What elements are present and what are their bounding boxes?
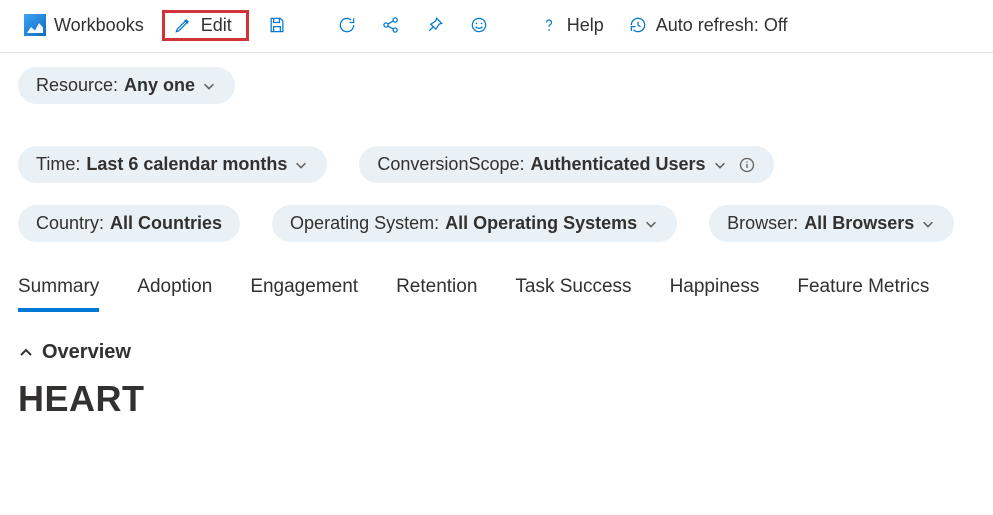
filter-value: Authenticated Users	[531, 154, 706, 175]
filter-row-2: Time: Last 6 calendar months ConversionS…	[18, 146, 975, 242]
filter-label: Browser:	[727, 213, 798, 234]
filter-conversionscope[interactable]: ConversionScope: Authenticated Users	[359, 146, 773, 183]
smile-icon	[469, 15, 489, 35]
filter-value: All Browsers	[804, 213, 914, 234]
chevron-down-icon	[920, 216, 936, 232]
refresh-icon	[337, 15, 357, 35]
filter-label: Time:	[36, 154, 80, 175]
workbooks-label: Workbooks	[54, 15, 144, 36]
tab-task-success[interactable]: Task Success	[515, 276, 631, 312]
content-section: Overview HEART	[0, 313, 993, 430]
filter-os[interactable]: Operating System: All Operating Systems	[272, 205, 677, 242]
autorefresh-button[interactable]: Auto refresh: Off	[622, 11, 794, 40]
overview-label: Overview	[42, 341, 131, 364]
pencil-icon	[173, 15, 193, 35]
filter-label: Country:	[36, 213, 104, 234]
save-icon	[267, 15, 287, 35]
tab-happiness[interactable]: Happiness	[670, 276, 760, 312]
help-label: Help	[567, 15, 604, 36]
tab-adoption[interactable]: Adoption	[137, 276, 212, 312]
share-button[interactable]	[375, 11, 407, 39]
filter-browser[interactable]: Browser: All Browsers	[709, 205, 954, 242]
history-icon	[628, 15, 648, 35]
chevron-down-icon	[201, 78, 217, 94]
chevron-up-icon	[18, 345, 34, 361]
filter-label: Operating System:	[290, 213, 439, 234]
feedback-button[interactable]	[463, 11, 495, 39]
info-icon[interactable]	[738, 156, 756, 174]
chevron-down-icon	[712, 157, 728, 173]
help-icon	[539, 15, 559, 35]
filter-label: ConversionScope:	[377, 154, 524, 175]
save-button[interactable]	[261, 11, 293, 39]
chevron-down-icon	[293, 157, 309, 173]
autorefresh-label: Auto refresh: Off	[656, 15, 788, 36]
tab-summary[interactable]: Summary	[18, 276, 99, 312]
pin-icon	[425, 15, 445, 35]
filter-resource[interactable]: Resource: Any one	[18, 67, 235, 104]
edit-button[interactable]: Edit	[162, 10, 249, 41]
filter-value: Any one	[124, 75, 195, 96]
chevron-down-icon	[643, 216, 659, 232]
tab-feature-metrics[interactable]: Feature Metrics	[797, 276, 929, 312]
tabs: Summary Adoption Engagement Retention Ta…	[0, 252, 993, 313]
workbooks-button[interactable]: Workbooks	[18, 10, 150, 40]
filter-row-1: Resource: Any one	[18, 67, 975, 104]
edit-label: Edit	[201, 15, 232, 36]
filter-label: Resource:	[36, 75, 118, 96]
tab-retention[interactable]: Retention	[396, 276, 477, 312]
share-icon	[381, 15, 401, 35]
filter-value: All Operating Systems	[445, 213, 637, 234]
filter-time[interactable]: Time: Last 6 calendar months	[18, 146, 327, 183]
page-title: HEART	[18, 378, 975, 420]
filter-value: All Countries	[110, 213, 222, 234]
filter-area: Resource: Any one Time: Last 6 calendar …	[0, 53, 993, 252]
pin-button[interactable]	[419, 11, 451, 39]
filter-country[interactable]: Country: All Countries	[18, 205, 240, 242]
tab-engagement[interactable]: Engagement	[250, 276, 358, 312]
refresh-button[interactable]	[331, 11, 363, 39]
filter-value: Last 6 calendar months	[86, 154, 287, 175]
toolbar: Workbooks Edit H	[0, 0, 993, 53]
help-button[interactable]: Help	[533, 11, 610, 40]
overview-toggle[interactable]: Overview	[18, 341, 975, 364]
workbook-icon	[24, 14, 46, 36]
